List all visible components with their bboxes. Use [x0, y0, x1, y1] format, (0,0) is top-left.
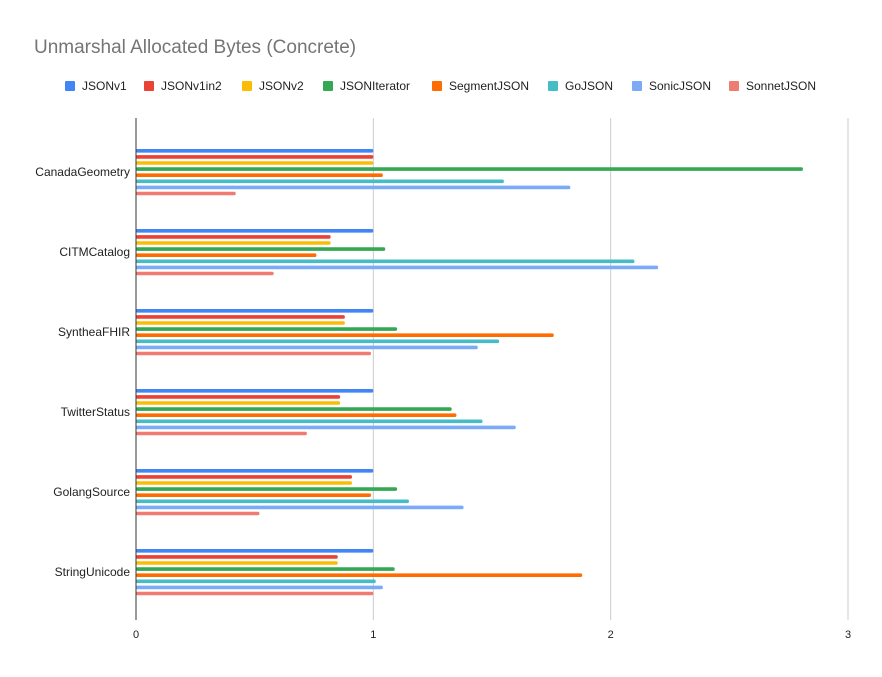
bar-GolangSource-JSONIterator — [136, 487, 398, 491]
legend-swatch-5 — [548, 81, 558, 91]
bar-CanadaGeometry-JSONv1 — [136, 149, 374, 153]
bar-GolangSource-JSONv2 — [136, 481, 352, 485]
bar-TwitterStatus-JSONIterator — [136, 407, 452, 411]
bar-TwitterStatus-JSONv1 — [136, 389, 374, 393]
bar-GolangSource-JSONv1 — [136, 469, 374, 473]
legend-swatch-7 — [729, 81, 739, 91]
x-tick-label-3: 3 — [845, 629, 851, 641]
bar-CanadaGeometry-JSONIterator — [136, 167, 803, 171]
bar-CITMCatalog-JSONv1 — [136, 229, 374, 233]
legend-label-4: SegmentJSON — [449, 79, 529, 93]
legend-swatch-6 — [632, 81, 642, 91]
bar-CITMCatalog-JSONIterator — [136, 247, 386, 251]
bar-CITMCatalog-JSONv2 — [136, 241, 331, 245]
category-labels: CanadaGeometry CITMCatalog SyntheaFHIR Twit… — [35, 165, 130, 579]
category-label-1: CITMCatalog — [59, 245, 130, 259]
bar-GolangSource-SonicJSON — [136, 505, 464, 510]
bar-StringUnicode-JSONv2 — [136, 561, 338, 565]
bar-CanadaGeometry-SonnetJSON — [136, 191, 236, 196]
legend-swatch-1 — [144, 81, 154, 91]
bar-TwitterStatus-GoJSON — [136, 419, 483, 424]
category-label-0: CanadaGeometry — [35, 165, 130, 179]
bar-SyntheaFHIR-SonnetJSON — [136, 351, 371, 356]
legend-swatch-2 — [242, 81, 252, 91]
bar-CanadaGeometry-SonicJSON — [136, 185, 571, 190]
bar-CanadaGeometry-GoJSON — [136, 179, 504, 184]
bar-SyntheaFHIR-JSONv2 — [136, 321, 345, 325]
category-label-5: StringUnicode — [55, 565, 131, 579]
legend: JSONv1 JSONv1in2 JSONv2 JSONIterator Segment… — [65, 79, 816, 93]
bar-CITMCatalog-GoJSON — [136, 259, 635, 264]
bar-StringUnicode-JSONv1in2 — [136, 555, 338, 559]
bar-StringUnicode-SonnetJSON — [136, 591, 374, 596]
bar-CanadaGeometry-SegmentJSON — [136, 173, 383, 177]
legend-label-5: GoJSON — [565, 79, 613, 93]
legend-swatch-0 — [65, 81, 75, 91]
bar-GolangSource-GoJSON — [136, 499, 409, 504]
bar-StringUnicode-SonicJSON — [136, 585, 383, 590]
chart: Unmarshal Allocated Bytes (Concrete) JSO… — [34, 37, 851, 641]
legend-label-7: SonnetJSON — [746, 79, 816, 93]
bar-SyntheaFHIR-JSONv1 — [136, 309, 374, 313]
bar-SyntheaFHIR-JSONv1in2 — [136, 315, 345, 319]
x-tick-labels: 0 1 2 3 — [133, 629, 851, 641]
bars — [136, 149, 803, 596]
legend-label-0: JSONv1 — [82, 79, 127, 93]
x-tick-label-1: 1 — [370, 629, 376, 641]
legend-label-1: JSONv1in2 — [161, 79, 222, 93]
bar-CanadaGeometry-JSONv2 — [136, 161, 374, 165]
legend-label-3: JSONIterator — [340, 79, 410, 93]
bar-CITMCatalog-SonicJSON — [136, 265, 659, 270]
bar-SyntheaFHIR-SegmentJSON — [136, 333, 554, 337]
bar-TwitterStatus-SonicJSON — [136, 425, 516, 430]
bar-TwitterStatus-JSONv1in2 — [136, 395, 341, 399]
bar-CITMCatalog-SegmentJSON — [136, 253, 317, 257]
category-label-4: GolangSource — [53, 485, 130, 499]
bar-StringUnicode-SegmentJSON — [136, 573, 583, 577]
bar-StringUnicode-JSONv1 — [136, 549, 374, 553]
bar-StringUnicode-JSONIterator — [136, 567, 395, 571]
bar-StringUnicode-GoJSON — [136, 579, 376, 584]
category-label-3: TwitterStatus — [61, 405, 130, 419]
x-tick-label-2: 2 — [608, 629, 614, 641]
bar-CITMCatalog-JSONv1in2 — [136, 235, 331, 239]
legend-swatch-3 — [323, 81, 333, 91]
bar-CanadaGeometry-JSONv1in2 — [136, 155, 374, 159]
legend-label-2: JSONv2 — [259, 79, 304, 93]
category-label-2: SyntheaFHIR — [58, 325, 130, 339]
bar-SyntheaFHIR-SonicJSON — [136, 345, 478, 350]
bar-CITMCatalog-SonnetJSON — [136, 271, 274, 276]
bar-SyntheaFHIR-JSONIterator — [136, 327, 398, 331]
bar-TwitterStatus-SegmentJSON — [136, 413, 457, 417]
chart-title: Unmarshal Allocated Bytes (Concrete) — [34, 37, 356, 58]
bar-TwitterStatus-SonnetJSON — [136, 431, 307, 436]
legend-swatch-4 — [432, 81, 442, 91]
bar-TwitterStatus-JSONv2 — [136, 401, 341, 405]
bar-SyntheaFHIR-GoJSON — [136, 339, 500, 344]
gridlines — [372, 118, 849, 620]
x-tick-label-0: 0 — [133, 629, 139, 641]
bar-GolangSource-SegmentJSON — [136, 493, 371, 497]
bar-GolangSource-JSONv1in2 — [136, 475, 352, 479]
legend-label-6: SonicJSON — [649, 79, 711, 93]
bar-GolangSource-SonnetJSON — [136, 511, 260, 516]
